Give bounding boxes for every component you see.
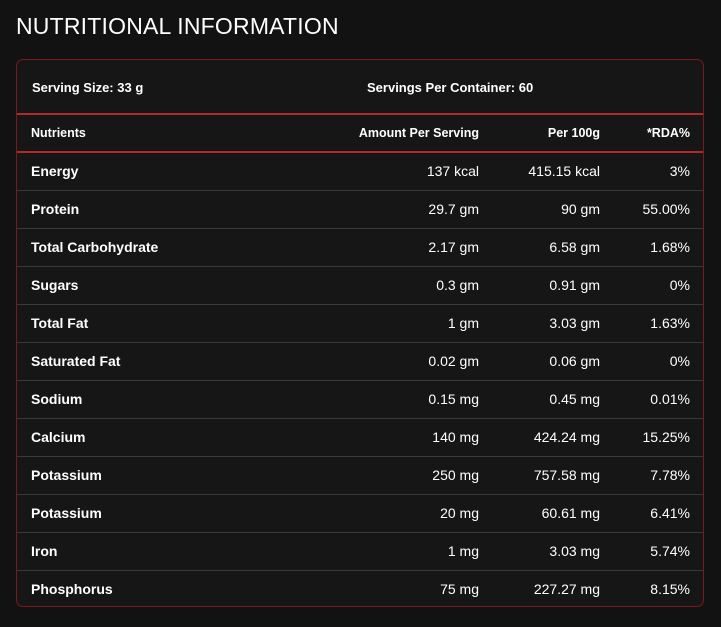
amount-per-serving: 140 mg [432, 429, 479, 445]
header-rda: *RDA% [646, 126, 690, 140]
table-row: Phosphorus 75 mg 227.27 mg 8.15% [17, 571, 703, 606]
page-title: NUTRITIONAL INFORMATION [16, 13, 339, 39]
header-nutrients: Nutrients [31, 126, 86, 140]
amount-per-serving: 0.3 gm [436, 277, 479, 293]
amount-per-serving: 137 kcal [426, 163, 479, 179]
rda-percent: 6.41% [650, 505, 690, 521]
table-row: Protein 29.7 gm 90 gm 55.00% [17, 191, 703, 229]
table-row: Iron 1 mg 3.03 mg 5.74% [17, 533, 703, 571]
rda-percent: 0% [669, 353, 690, 369]
nutrient-name: Phosphorus [31, 581, 113, 597]
nutrient-name: Potassium [31, 505, 102, 521]
nutrient-name: Saturated Fat [31, 353, 121, 369]
table-row: Saturated Fat 0.02 gm 0.06 gm 0% [17, 343, 703, 381]
amount-per-serving: 2.17 gm [428, 239, 479, 255]
rda-percent: 3% [669, 163, 690, 179]
amount-per-100g: 6.58 gm [549, 239, 600, 255]
amount-per-serving: 75 mg [440, 581, 479, 597]
amount-per-serving: 250 mg [432, 467, 479, 483]
nutrient-name: Total Fat [31, 315, 89, 331]
table-body: Energy 137 kcal 415.15 kcal 3% Protein 2… [17, 153, 703, 606]
amount-per-serving: 0.15 mg [428, 391, 479, 407]
servings-per-container: Servings Per Container: 60 [367, 80, 534, 95]
amount-per-serving: 0.02 gm [428, 353, 479, 369]
amount-per-100g: 60.61 mg [541, 505, 600, 521]
rda-percent: 7.78% [650, 467, 690, 483]
nutrition-table: Serving Size: 33 g Servings Per Containe… [16, 59, 704, 607]
amount-per-serving: 29.7 gm [428, 201, 479, 217]
table-row: Potassium 250 mg 757.58 mg 7.78% [17, 457, 703, 495]
nutrient-name: Sodium [31, 391, 83, 407]
nutrient-name: Iron [31, 543, 58, 559]
table-row: Total Carbohydrate 2.17 gm 6.58 gm 1.68% [17, 229, 703, 267]
serving-size: Serving Size: 33 g [32, 80, 144, 95]
amount-per-100g: 415.15 kcal [528, 163, 600, 179]
table-header: Nutrients Amount Per Serving Per 100g *R… [17, 115, 703, 153]
nutrient-name: Potassium [31, 467, 102, 483]
rda-percent: 0% [669, 277, 690, 293]
table-row: Total Fat 1 gm 3.03 gm 1.63% [17, 305, 703, 343]
amount-per-100g: 0.45 mg [549, 391, 600, 407]
rda-percent: 8.15% [650, 581, 690, 597]
nutrient-name: Calcium [31, 429, 86, 445]
table-row: Calcium 140 mg 424.24 mg 15.25% [17, 419, 703, 457]
rda-percent: 5.74% [650, 543, 690, 559]
amount-per-100g: 227.27 mg [533, 581, 600, 597]
header-amount-per-serving: Amount Per Serving [358, 126, 479, 140]
rda-percent: 1.68% [650, 239, 690, 255]
amount-per-100g: 757.58 mg [533, 467, 600, 483]
nutrient-name: Sugars [31, 277, 79, 293]
amount-per-serving: 1 mg [447, 543, 479, 559]
amount-per-serving: 20 mg [440, 505, 479, 521]
table-row: Energy 137 kcal 415.15 kcal 3% [17, 153, 703, 191]
header-per-100g: Per 100g [547, 126, 600, 140]
amount-per-100g: 90 gm [561, 201, 600, 217]
nutrient-name: Total Carbohydrate [31, 239, 159, 255]
nutrient-name: Energy [31, 163, 79, 179]
rda-percent: 1.63% [650, 315, 690, 331]
table-row: Sodium 0.15 mg 0.45 mg 0.01% [17, 381, 703, 419]
serving-info-row: Serving Size: 33 g Servings Per Containe… [17, 60, 703, 115]
amount-per-100g: 424.24 mg [533, 429, 600, 445]
table-row: Potassium 20 mg 60.61 mg 6.41% [17, 495, 703, 533]
rda-percent: 15.25% [642, 429, 690, 445]
rda-percent: 0.01% [650, 391, 690, 407]
rda-percent: 55.00% [642, 201, 690, 217]
amount-per-serving: 1 gm [447, 315, 479, 331]
amount-per-100g: 0.06 gm [549, 353, 600, 369]
nutrient-name: Protein [31, 201, 80, 217]
amount-per-100g: 0.91 gm [549, 277, 600, 293]
amount-per-100g: 3.03 gm [549, 315, 600, 331]
amount-per-100g: 3.03 mg [549, 543, 600, 559]
table-row: Sugars 0.3 gm 0.91 gm 0% [17, 267, 703, 305]
